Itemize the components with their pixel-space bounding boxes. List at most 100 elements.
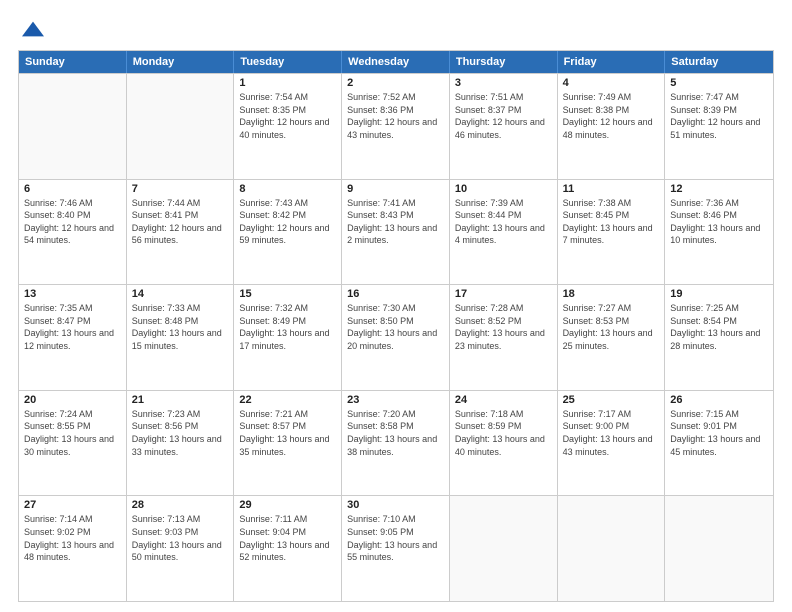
cal-week-1: 1Sunrise: 7:54 AM Sunset: 8:35 PM Daylig… bbox=[19, 73, 773, 179]
day-number: 20 bbox=[24, 394, 121, 406]
logo-blue bbox=[18, 18, 44, 40]
cal-cell: 15 Sunrise: 7:32 AM Sunset: 8:49 PM Dayli… bbox=[234, 285, 342, 390]
cal-header-cell-thursday: Thursday bbox=[450, 51, 558, 73]
day-number: 11 bbox=[563, 183, 660, 195]
calendar-body: 1Sunrise: 7:54 AM Sunset: 8:35 PM Daylig… bbox=[19, 73, 773, 601]
cal-cell: 13Sunrise: 7:35 AM Sunset: 8:47 PM Dayli… bbox=[19, 285, 127, 390]
logo-text bbox=[18, 18, 44, 40]
day-number: 9 bbox=[347, 183, 444, 195]
day-number: 15 bbox=[239, 288, 336, 300]
cal-cell: 9 Sunrise: 7:41 AM Sunset: 8:43 PM Daylig… bbox=[342, 180, 450, 285]
cal-cell: 14 Sunrise: 7:33 AM Sunset: 8:48 PM Dayli… bbox=[127, 285, 235, 390]
cal-cell: 4Sunrise: 7:49 AM Sunset: 8:38 PM Daylig… bbox=[558, 74, 666, 179]
day-number: 14 bbox=[132, 288, 229, 300]
cal-cell: 18 Sunrise: 7:27 AM Sunset: 8:53 PM Dayli… bbox=[558, 285, 666, 390]
cal-cell: 24Sunrise: 7:18 AM Sunset: 8:59 PM Dayli… bbox=[450, 391, 558, 496]
day-info: Sunrise: 7:33 AM Sunset: 8:48 PM Dayligh… bbox=[132, 302, 229, 352]
day-number: 28 bbox=[132, 499, 229, 511]
day-number: 3 bbox=[455, 77, 552, 89]
day-info: Sunrise: 7:52 AM Sunset: 8:36 PM Dayligh… bbox=[347, 91, 444, 141]
cal-header-cell-saturday: Saturday bbox=[665, 51, 773, 73]
day-number: 22 bbox=[239, 394, 336, 406]
cal-cell: 3 Sunrise: 7:51 AM Sunset: 8:37 PM Daylig… bbox=[450, 74, 558, 179]
cal-cell bbox=[665, 496, 773, 601]
day-number: 7 bbox=[132, 183, 229, 195]
logo bbox=[18, 18, 44, 40]
day-info: Sunrise: 7:11 AM Sunset: 9:04 PM Dayligh… bbox=[239, 513, 336, 563]
cal-cell bbox=[127, 74, 235, 179]
day-info: Sunrise: 7:51 AM Sunset: 8:37 PM Dayligh… bbox=[455, 91, 552, 141]
day-number: 2 bbox=[347, 77, 444, 89]
cal-cell: 22 Sunrise: 7:21 AM Sunset: 8:57 PM Dayli… bbox=[234, 391, 342, 496]
day-number: 17 bbox=[455, 288, 552, 300]
cal-cell: 1Sunrise: 7:54 AM Sunset: 8:35 PM Daylig… bbox=[234, 74, 342, 179]
cal-header-cell-sunday: Sunday bbox=[19, 51, 127, 73]
day-info: Sunrise: 7:47 AM Sunset: 8:39 PM Dayligh… bbox=[670, 91, 768, 141]
cal-cell bbox=[450, 496, 558, 601]
day-number: 8 bbox=[239, 183, 336, 195]
day-info: Sunrise: 7:49 AM Sunset: 8:38 PM Dayligh… bbox=[563, 91, 660, 141]
header bbox=[18, 18, 774, 40]
cal-cell: 10 Sunrise: 7:39 AM Sunset: 8:44 PM Dayli… bbox=[450, 180, 558, 285]
day-info: Sunrise: 7:15 AM Sunset: 9:01 PM Dayligh… bbox=[670, 408, 768, 458]
cal-cell: 26 Sunrise: 7:15 AM Sunset: 9:01 PM Dayli… bbox=[665, 391, 773, 496]
logo-icon bbox=[22, 18, 44, 40]
cal-cell: 20 Sunrise: 7:24 AM Sunset: 8:55 PM Dayli… bbox=[19, 391, 127, 496]
day-info: Sunrise: 7:25 AM Sunset: 8:54 PM Dayligh… bbox=[670, 302, 768, 352]
cal-week-5: 27Sunrise: 7:14 AM Sunset: 9:02 PM Dayli… bbox=[19, 495, 773, 601]
day-number: 5 bbox=[670, 77, 768, 89]
cal-week-2: 6 Sunrise: 7:46 AM Sunset: 8:40 PM Daylig… bbox=[19, 179, 773, 285]
cal-cell: 6 Sunrise: 7:46 AM Sunset: 8:40 PM Daylig… bbox=[19, 180, 127, 285]
cal-week-4: 20 Sunrise: 7:24 AM Sunset: 8:55 PM Dayli… bbox=[19, 390, 773, 496]
day-info: Sunrise: 7:17 AM Sunset: 9:00 PM Dayligh… bbox=[563, 408, 660, 458]
day-info: Sunrise: 7:30 AM Sunset: 8:50 PM Dayligh… bbox=[347, 302, 444, 352]
cal-cell: 11Sunrise: 7:38 AM Sunset: 8:45 PM Dayli… bbox=[558, 180, 666, 285]
day-info: Sunrise: 7:44 AM Sunset: 8:41 PM Dayligh… bbox=[132, 197, 229, 247]
day-info: Sunrise: 7:43 AM Sunset: 8:42 PM Dayligh… bbox=[239, 197, 336, 247]
cal-cell: 17 Sunrise: 7:28 AM Sunset: 8:52 PM Dayli… bbox=[450, 285, 558, 390]
day-number: 19 bbox=[670, 288, 768, 300]
cal-cell: 12 Sunrise: 7:36 AM Sunset: 8:46 PM Dayli… bbox=[665, 180, 773, 285]
day-number: 23 bbox=[347, 394, 444, 406]
day-number: 24 bbox=[455, 394, 552, 406]
cal-cell: 16 Sunrise: 7:30 AM Sunset: 8:50 PM Dayli… bbox=[342, 285, 450, 390]
day-info: Sunrise: 7:20 AM Sunset: 8:58 PM Dayligh… bbox=[347, 408, 444, 458]
cal-cell: 28 Sunrise: 7:13 AM Sunset: 9:03 PM Dayli… bbox=[127, 496, 235, 601]
day-info: Sunrise: 7:54 AM Sunset: 8:35 PM Dayligh… bbox=[239, 91, 336, 141]
cal-cell bbox=[19, 74, 127, 179]
day-info: Sunrise: 7:27 AM Sunset: 8:53 PM Dayligh… bbox=[563, 302, 660, 352]
cal-header-cell-monday: Monday bbox=[127, 51, 235, 73]
day-number: 16 bbox=[347, 288, 444, 300]
cal-cell: 7 Sunrise: 7:44 AM Sunset: 8:41 PM Daylig… bbox=[127, 180, 235, 285]
day-number: 10 bbox=[455, 183, 552, 195]
cal-cell: 25 Sunrise: 7:17 AM Sunset: 9:00 PM Dayli… bbox=[558, 391, 666, 496]
cal-cell: 27Sunrise: 7:14 AM Sunset: 9:02 PM Dayli… bbox=[19, 496, 127, 601]
day-number: 29 bbox=[239, 499, 336, 511]
day-info: Sunrise: 7:28 AM Sunset: 8:52 PM Dayligh… bbox=[455, 302, 552, 352]
day-info: Sunrise: 7:23 AM Sunset: 8:56 PM Dayligh… bbox=[132, 408, 229, 458]
day-info: Sunrise: 7:46 AM Sunset: 8:40 PM Dayligh… bbox=[24, 197, 121, 247]
day-info: Sunrise: 7:21 AM Sunset: 8:57 PM Dayligh… bbox=[239, 408, 336, 458]
day-info: Sunrise: 7:14 AM Sunset: 9:02 PM Dayligh… bbox=[24, 513, 121, 563]
cal-week-3: 13Sunrise: 7:35 AM Sunset: 8:47 PM Dayli… bbox=[19, 284, 773, 390]
calendar: SundayMondayTuesdayWednesdayThursdayFrid… bbox=[18, 50, 774, 602]
day-info: Sunrise: 7:13 AM Sunset: 9:03 PM Dayligh… bbox=[132, 513, 229, 563]
day-info: Sunrise: 7:32 AM Sunset: 8:49 PM Dayligh… bbox=[239, 302, 336, 352]
cal-header-cell-tuesday: Tuesday bbox=[234, 51, 342, 73]
day-number: 12 bbox=[670, 183, 768, 195]
day-number: 18 bbox=[563, 288, 660, 300]
day-number: 26 bbox=[670, 394, 768, 406]
day-number: 21 bbox=[132, 394, 229, 406]
cal-cell: 8 Sunrise: 7:43 AM Sunset: 8:42 PM Daylig… bbox=[234, 180, 342, 285]
cal-header-cell-wednesday: Wednesday bbox=[342, 51, 450, 73]
day-info: Sunrise: 7:39 AM Sunset: 8:44 PM Dayligh… bbox=[455, 197, 552, 247]
day-info: Sunrise: 7:24 AM Sunset: 8:55 PM Dayligh… bbox=[24, 408, 121, 458]
cal-cell: 23 Sunrise: 7:20 AM Sunset: 8:58 PM Dayli… bbox=[342, 391, 450, 496]
cal-cell bbox=[558, 496, 666, 601]
day-info: Sunrise: 7:35 AM Sunset: 8:47 PM Dayligh… bbox=[24, 302, 121, 352]
day-number: 25 bbox=[563, 394, 660, 406]
day-info: Sunrise: 7:10 AM Sunset: 9:05 PM Dayligh… bbox=[347, 513, 444, 563]
day-info: Sunrise: 7:41 AM Sunset: 8:43 PM Dayligh… bbox=[347, 197, 444, 247]
day-number: 6 bbox=[24, 183, 121, 195]
day-info: Sunrise: 7:36 AM Sunset: 8:46 PM Dayligh… bbox=[670, 197, 768, 247]
